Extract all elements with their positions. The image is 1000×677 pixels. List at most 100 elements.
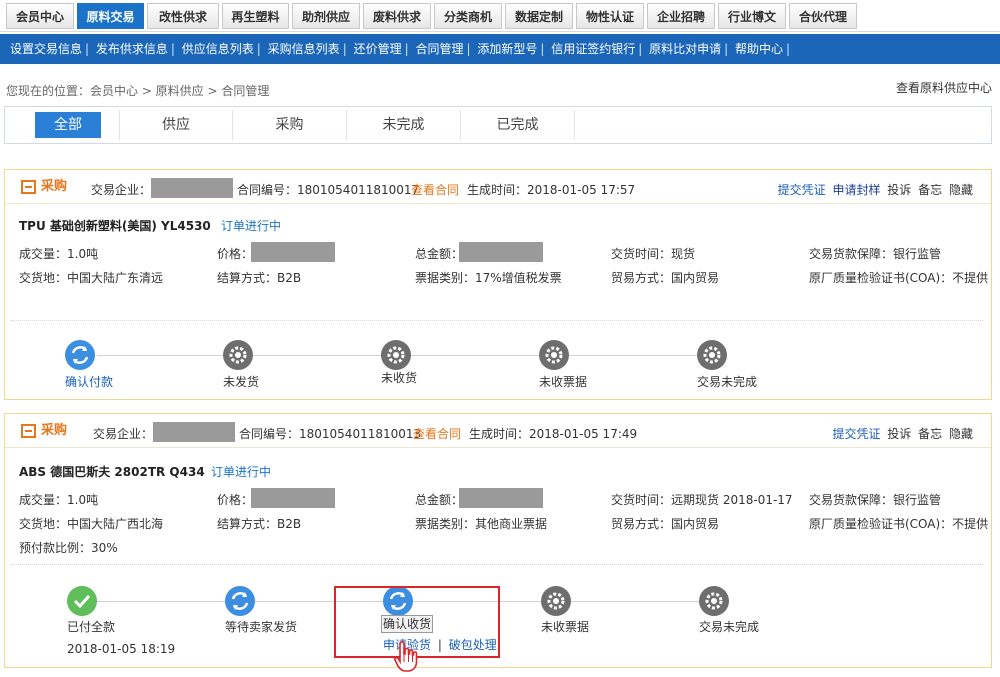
tab-member-center[interactable]: 会员中心 (6, 3, 74, 29)
purchase-badge: 采购 (21, 179, 67, 195)
subnav-item-bargain[interactable]: 还价管理 (354, 42, 402, 56)
complaint-link[interactable]: 投诉 (887, 427, 911, 441)
submit-voucher-link[interactable]: 提交凭证 (778, 183, 826, 197)
hand-cursor-icon (393, 640, 419, 677)
tab-data-custom[interactable]: 数据定制 (505, 3, 573, 29)
price-redacted (251, 488, 335, 508)
gear-icon (381, 340, 411, 370)
apply-seal-sample-link[interactable]: 申请封样 (832, 183, 880, 197)
step-trade-incomplete: 交易未完成 (699, 620, 760, 634)
order-status: 订单进行中 (221, 219, 282, 233)
total-redacted (459, 242, 543, 262)
gear-icon (223, 340, 253, 370)
filter-tab-finished[interactable]: 已完成 (461, 110, 575, 140)
purchase-icon (21, 424, 36, 438)
paid-time: 2018-01-05 18:19 (67, 642, 176, 656)
subnav-item-publish[interactable]: 发布供求信息 (96, 42, 168, 56)
company-label: 交易企业： (91, 183, 152, 197)
hide-link[interactable]: 隐藏 (949, 183, 973, 197)
qty-field: 成交量：1.0吨 (19, 493, 99, 507)
view-contract-link[interactable]: 查看合同 (411, 181, 459, 198)
company-label: 交易企业： (93, 427, 154, 441)
tab-property-cert[interactable]: 物性认证 (576, 3, 644, 29)
tab-industry-blog[interactable]: 行业博文 (718, 3, 786, 29)
created-time: 生成时间：2018-01-05 17:57 (467, 183, 636, 197)
hide-link[interactable]: 隐藏 (949, 427, 973, 441)
product-name[interactable]: TPU 基础创新塑料(美国) YL4530 (19, 217, 211, 234)
refresh-icon[interactable] (65, 340, 95, 370)
damaged-package-link[interactable]: 破包处理 (449, 638, 497, 652)
filter-tab-all[interactable]: 全部 (35, 112, 101, 138)
subnav-item-compare[interactable]: 原料比对申请 (649, 42, 721, 56)
total-field: 总金额： (415, 247, 464, 261)
memo-link[interactable]: 备忘 (918, 427, 942, 441)
qty-field: 成交量：1.0吨 (19, 247, 99, 261)
top-nav: 会员中心 原料交易 改性供求 再生塑料 助剂供应 废料供求 分类商机 数据定制 … (0, 0, 1000, 32)
filter-tab-supply[interactable]: 供应 (119, 110, 233, 140)
memo-link[interactable]: 备忘 (918, 183, 942, 197)
company-redacted (151, 178, 233, 198)
filter-tab-purchase[interactable]: 采购 (233, 110, 347, 140)
prepay-field: 预付款比例：30% (19, 541, 118, 555)
subnav-item-help[interactable]: 帮助中心 (735, 42, 783, 56)
view-supply-link[interactable]: 查看原料供应中心 (896, 79, 992, 96)
product-name[interactable]: ABS 德国巴斯夫 2802TR Q434 (19, 463, 205, 480)
step-not-shipped: 未发货 (223, 375, 260, 389)
contract-card: 采购 交易企业： 合同编号：1801054011810017 查看合同 生成时间… (4, 169, 992, 400)
tab-additive-supply[interactable]: 助剂供应 (292, 3, 360, 29)
tab-raw-material-trade[interactable]: 原料交易 (77, 3, 144, 29)
step-not-received: 未收货 (381, 371, 418, 385)
step-invoice-not-received: 未收票据 (541, 620, 590, 634)
divider (11, 564, 983, 565)
created-time: 生成时间：2018-01-05 17:49 (469, 427, 638, 441)
subnav-item-contract[interactable]: 合同管理 (415, 42, 463, 56)
card-header: 采购 交易企业： 合同编号：1801054011810017 查看合同 生成时间… (5, 170, 991, 204)
guarantee-field: 交易货款保障：银行监管 (809, 247, 942, 261)
tab-recruitment[interactable]: 企业招聘 (647, 3, 715, 29)
tab-partner-agent[interactable]: 合伙代理 (789, 3, 857, 29)
breadcrumb: 您现在的位置：会员中心 > 原料供应 > 合同管理 (6, 84, 270, 98)
complaint-link[interactable]: 投诉 (887, 183, 911, 197)
delivery-time-field: 交货时间：现货 (611, 247, 696, 261)
trade-field: 贸易方式：国内贸易 (611, 517, 720, 531)
settle-field: 结算方式：B2B (217, 517, 302, 531)
invoice-field: 票据类别：其他商业票据 (415, 517, 548, 531)
step-confirm-payment[interactable]: 确认付款 (65, 373, 113, 390)
purchase-badge: 采购 (21, 423, 67, 439)
subnav-item-supply-list[interactable]: 供应信息列表 (182, 42, 254, 56)
coa-field: 原厂质量检验证书(COA)：不提供 (809, 517, 989, 531)
subnav-item-add-model[interactable]: 添加新型号 (477, 42, 537, 56)
guarantee-field: 交易货款保障：银行监管 (809, 493, 942, 507)
gear-icon (539, 340, 569, 370)
purchase-icon (21, 180, 36, 194)
subnav-item-purchase-list[interactable]: 采购信息列表 (268, 42, 340, 56)
order-status: 订单进行中 (211, 465, 272, 479)
place-field: 交货地：中国大陆广西北海 (19, 517, 164, 531)
subnav-item-lc-bank[interactable]: 信用证签约银行 (551, 42, 635, 56)
card-actions: 提交凭证 申请封样 投诉 备忘 隐藏 (775, 181, 973, 198)
tab-recycled-plastic[interactable]: 再生塑料 (222, 3, 289, 29)
card-header: 采购 交易企业： 合同编号：1801054011810013 查看合同 生成时间… (5, 414, 991, 448)
divider (11, 320, 983, 321)
submit-voucher-link[interactable]: 提交凭证 (832, 427, 880, 441)
delivery-time-field: 交货时间：远期现货 2018-01-17 (611, 493, 793, 507)
view-contract-link[interactable]: 查看合同 (413, 425, 461, 442)
filter-tab-unfinished[interactable]: 未完成 (347, 110, 461, 140)
tab-category-opportunity[interactable]: 分类商机 (434, 3, 502, 29)
gear-icon (697, 340, 727, 370)
total-field: 总金额： (415, 493, 464, 507)
settle-field: 结算方式：B2B (217, 271, 302, 285)
contract-number: 合同编号：1801054011810017 (237, 183, 420, 197)
gear-icon (699, 586, 729, 616)
tab-waste-supply[interactable]: 废料供求 (363, 3, 431, 29)
price-field: 价格： (217, 247, 254, 261)
coa-field: 原厂质量检验证书(COA)：不提供 (809, 271, 989, 285)
gear-icon (541, 586, 571, 616)
step-trade-incomplete: 交易未完成 (697, 375, 758, 389)
step-paid-full: 已付全款 (67, 620, 116, 634)
subnav-item-settings[interactable]: 设置交易信息 (10, 42, 82, 56)
sub-nav: 设置交易信息 | 发布供求信息 | 供应信息列表 | 采购信息列表 | 还价管理 | 合同… (0, 34, 1000, 64)
tab-modified-supply[interactable]: 改性供求 (147, 3, 219, 29)
confirm-receipt-button[interactable]: 确认收货 (381, 615, 433, 633)
place-field: 交货地：中国大陆广东清远 (19, 271, 164, 285)
